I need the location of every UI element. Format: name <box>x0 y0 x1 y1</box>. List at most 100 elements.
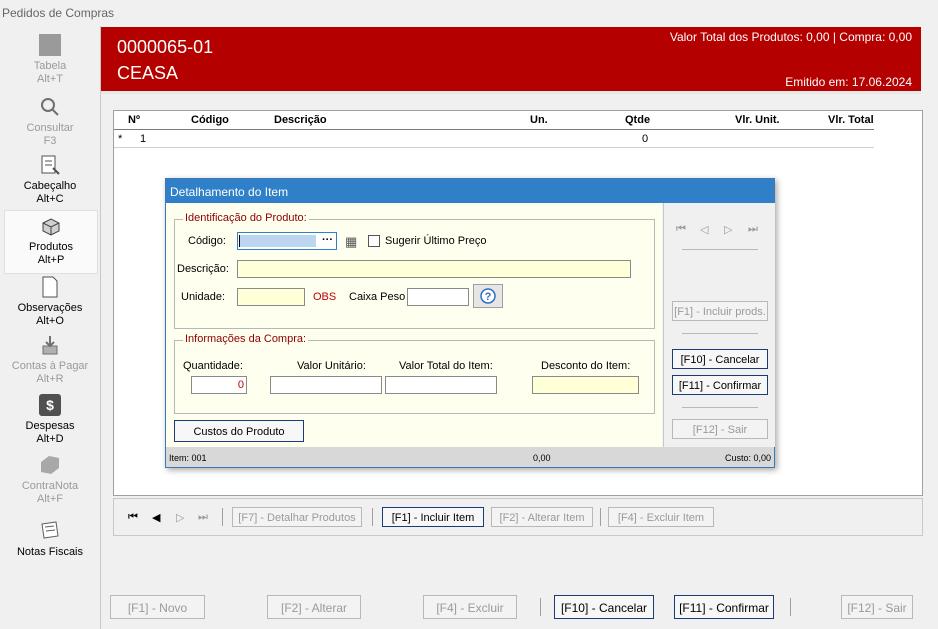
col-header-vlr-total: Vlr. Total <box>828 114 874 126</box>
sidebar-item-despesas[interactable]: $ Despesas Alt+D <box>4 394 96 446</box>
alterar-button[interactable]: [F2] - Alterar <box>267 595 361 619</box>
dollar-icon: $ <box>39 394 61 416</box>
sidebar-item-tabela[interactable]: Tabela Alt+T <box>4 34 96 86</box>
row-number: 1 <box>140 133 147 145</box>
col-header-vlr-unit: Vlr. Unit. <box>735 114 780 126</box>
sidebar-item-notas-fiscais[interactable]: Notas Fiscais <box>4 520 96 559</box>
sidebar-item-produtos[interactable]: Produtos Alt+P <box>4 210 98 274</box>
row-marker: * <box>118 133 123 145</box>
product-identification-legend: Identificação do Produto: <box>183 212 309 224</box>
sugerir-ultimo-preco-checkbox[interactable] <box>368 235 380 247</box>
dialog-titlebar: Detalhamento do Item <box>166 179 774 203</box>
order-totals: Valor Total dos Produtos: 0,00 | Compra:… <box>669 30 912 44</box>
dialog-statusbar: Item: 001 0,00 Custo: 0,00 <box>166 447 774 467</box>
desconto-input[interactable] <box>532 376 639 394</box>
header-icon <box>41 155 60 175</box>
unidade-label: Unidade: <box>181 291 226 303</box>
unidade-input[interactable] <box>237 288 305 306</box>
col-header-n: Nº <box>128 114 140 126</box>
novo-button[interactable]: [F1] - Novo <box>110 595 205 619</box>
sidebar-item-shortcut: Alt+F <box>37 493 63 505</box>
divider <box>372 508 373 526</box>
next-record-icon[interactable]: ▷ <box>724 223 732 236</box>
dialog-actions-panel: ⏮ ◁ ▷ ⏭ [F1] - Incluir prods. [F10] - Ca… <box>663 203 775 447</box>
divider <box>682 249 758 250</box>
dialog-cancelar-button[interactable]: [F10] - Cancelar <box>672 349 768 369</box>
col-header-qtde: Qtde <box>625 114 651 126</box>
caixa-peso-input[interactable] <box>407 288 469 306</box>
order-header: 0000065-01 CEASA Valor Total dos Produto… <box>101 27 921 91</box>
sidebar-item-observacoes[interactable]: Observações Alt+O <box>4 276 96 328</box>
cancelar-button[interactable]: [F10] - Cancelar <box>554 595 654 619</box>
last-record-icon[interactable]: ⏭ <box>198 511 208 524</box>
invoices-icon <box>41 521 59 539</box>
sidebar-item-shortcut: Alt+D <box>36 433 64 445</box>
sidebar-item-label: Notas Fiscais <box>16 546 84 558</box>
next-record-icon[interactable]: ▷ <box>176 511 184 524</box>
custos-do-produto-button[interactable]: Custos do Produto <box>174 420 304 442</box>
alterar-item-button[interactable]: [F2] - Alterar Item <box>491 507 593 527</box>
obs-label: OBS <box>313 291 337 303</box>
detalhar-produtos-button[interactable]: [F7] - Detalhar Produtos <box>232 507 362 527</box>
sidebar-item-cabecalho[interactable]: Cabeçalho Alt+C <box>4 154 96 206</box>
dialog-sair-button[interactable]: [F12] - Sair <box>672 419 768 439</box>
excluir-item-button[interactable]: [F4] - Excluir Item <box>608 507 714 527</box>
product-identification-group: Identificação do Produto: Código: ··· ▦ … <box>174 212 655 329</box>
table-icon <box>39 34 61 56</box>
sidebar-item-contranota[interactable]: ContraNota Alt+F <box>4 454 96 506</box>
sidebar-item-shortcut: Alt+T <box>37 73 63 85</box>
grid-header: Nº Código Descrição Un. Qtde Vlr. Unit. … <box>114 111 874 130</box>
divider <box>600 508 601 526</box>
purchase-info-group: Informações da Compra: Quantidade: Valor… <box>174 333 655 414</box>
dialog-confirmar-button[interactable]: [F11] - Confirmar <box>672 375 768 395</box>
valor-unitario-label: Valor Unitário: <box>297 360 366 372</box>
confirmar-button[interactable]: [F11] - Confirmar <box>674 595 774 619</box>
desconto-label: Desconto do Item: <box>541 360 631 372</box>
header-divider <box>101 91 921 94</box>
valor-total-input[interactable] <box>385 376 497 394</box>
codigo-label: Código: <box>188 235 226 247</box>
status-item: Item: 001 <box>169 453 207 463</box>
window-title: Pedidos de Compras <box>2 6 115 20</box>
help-button[interactable]: ? <box>473 284 503 308</box>
sidebar-item-label: Observações <box>17 302 83 314</box>
sidebar-item-shortcut: Alt+R <box>36 373 64 385</box>
calculator-icon[interactable]: ▦ <box>345 234 357 250</box>
sidebar-item-contas-a-pagar[interactable]: Contas à Pagar Alt+R <box>4 334 96 386</box>
codigo-input[interactable]: ··· <box>237 232 337 250</box>
descricao-label: Descrição: <box>177 263 229 275</box>
excluir-button[interactable]: [F4] - Excluir <box>423 595 517 619</box>
table-row[interactable]: * 1 0 <box>114 130 874 148</box>
contranota-icon <box>41 456 59 474</box>
previous-record-icon[interactable]: ◀ <box>152 511 160 524</box>
window-titlebar: Pedidos de Compras <box>0 0 938 26</box>
sidebar-item-label: Cabeçalho <box>23 180 77 192</box>
last-record-icon[interactable]: ⏭ <box>748 223 758 236</box>
search-icon <box>41 98 59 116</box>
divider <box>682 333 758 334</box>
sair-button[interactable]: [F12] - Sair <box>841 595 913 619</box>
previous-record-icon[interactable]: ◁ <box>700 223 708 236</box>
divider <box>790 598 791 616</box>
dialog-title: Detalhamento do Item <box>170 185 289 199</box>
sugerir-ultimo-preco-label: Sugerir Último Preço <box>385 235 487 247</box>
descricao-input[interactable] <box>237 260 631 278</box>
sidebar-item-consultar[interactable]: Consultar F3 <box>4 96 96 148</box>
sidebar-item-label: Consultar <box>26 122 74 134</box>
ellipsis-icon[interactable]: ··· <box>322 234 333 246</box>
quantidade-input[interactable]: 0 <box>191 376 247 394</box>
codigo-selection <box>240 235 316 247</box>
sidebar-item-label: Despesas <box>25 420 75 432</box>
col-header-descricao: Descrição <box>274 114 327 126</box>
incluir-prods-button[interactable]: [F1] - Incluir prods. <box>672 301 768 321</box>
caixa-peso-label: Caixa Peso <box>349 291 406 303</box>
valor-unitario-input[interactable] <box>270 376 382 394</box>
sidebar-item-shortcut: Alt+P <box>37 254 65 266</box>
sidebar-item-shortcut: Alt+O <box>36 315 64 327</box>
sidebar-item-shortcut: Alt+C <box>36 193 64 205</box>
first-record-icon[interactable]: ⏮ <box>676 223 686 236</box>
payables-icon <box>42 336 58 355</box>
first-record-icon[interactable]: ⏮ <box>128 511 138 524</box>
sidebar-item-label: Tabela <box>33 60 67 72</box>
incluir-item-button[interactable]: [F1] - Incluir Item <box>382 507 484 527</box>
